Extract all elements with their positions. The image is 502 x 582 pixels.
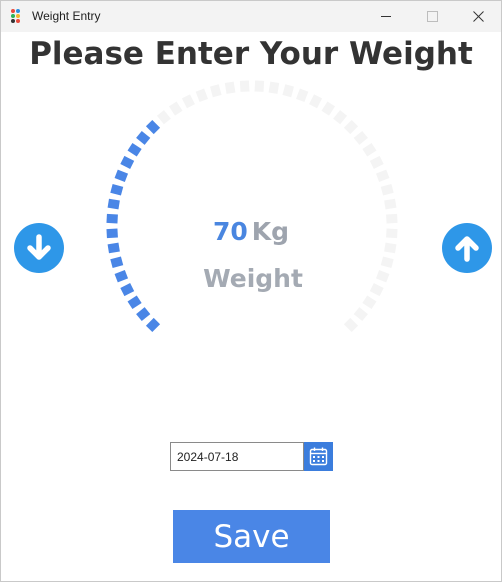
maximize-button[interactable] <box>409 1 455 32</box>
gauge-segment-empty <box>156 110 171 125</box>
minimize-icon <box>381 16 391 17</box>
gauge-segment-empty <box>369 283 384 297</box>
gauge-segment-empty <box>386 228 398 239</box>
weight-readout: 70 Kg <box>151 217 351 246</box>
gauge-segment-filled <box>145 317 161 333</box>
decrease-weight-button[interactable] <box>14 223 64 273</box>
save-button[interactable]: Save <box>173 510 330 563</box>
date-field[interactable] <box>170 442 304 471</box>
gauge-segment-empty <box>362 295 377 310</box>
gauge-segment-empty <box>209 84 222 98</box>
gauge-segment-filled <box>110 183 124 196</box>
gauge-segment-empty <box>239 80 250 92</box>
gauge-segment-empty <box>224 81 236 94</box>
close-button[interactable] <box>455 1 501 32</box>
gauge-segment-empty <box>181 94 195 109</box>
gauge-segment-empty <box>343 317 359 333</box>
gauge-segment-filled <box>106 228 118 239</box>
gauge-segment-filled <box>114 169 129 183</box>
calendar-button[interactable] <box>304 442 333 471</box>
gauge-segment-filled <box>107 242 120 254</box>
gauge-segment-empty <box>353 307 368 322</box>
gauge-segment-filled <box>110 256 124 269</box>
gauge-segment-filled <box>136 130 151 145</box>
weight-gauge[interactable] <box>1 32 501 581</box>
main-content: Please Enter Your Weight 70 Kg Weight 20… <box>1 32 501 581</box>
gauge-segment-filled <box>127 142 142 157</box>
gauge-segment-empty <box>375 269 390 283</box>
gauge-segment-empty <box>375 169 390 183</box>
gauge-segment-filled <box>114 269 129 283</box>
gauge-segment-empty <box>295 88 309 103</box>
gauge-segment-empty <box>369 155 384 169</box>
window-title: Weight Entry <box>32 9 101 23</box>
gauge-segment-empty <box>384 242 397 254</box>
gauge-segment-empty <box>195 88 209 103</box>
gauge-segment-filled <box>145 119 161 135</box>
close-icon <box>472 11 484 22</box>
weight-label: Weight <box>203 264 303 293</box>
gauge-segment-empty <box>384 198 397 210</box>
app-window: Weight Entry Please Enter Your Weight 70… <box>0 0 502 582</box>
gauge-segment-filled <box>120 283 135 297</box>
gauge-segment-filled <box>106 213 118 224</box>
weight-unit: Kg <box>251 217 290 246</box>
gauge-segment-filled <box>120 155 135 169</box>
arrow-up-circle-icon <box>455 236 479 262</box>
gauge-segment-empty <box>282 84 295 98</box>
gauge-segment-empty <box>333 110 348 125</box>
gauge-segment-empty <box>386 213 398 224</box>
arrow-down-circle-icon <box>27 234 51 260</box>
increase-weight-button[interactable] <box>442 223 492 273</box>
gauge-segment-empty <box>309 94 323 109</box>
app-icon <box>11 9 25 23</box>
gauge-segment-empty <box>268 81 280 94</box>
calendar-icon <box>309 447 328 466</box>
gauge-segment-empty <box>362 142 377 157</box>
title-bar[interactable]: Weight Entry <box>1 1 501 32</box>
gauge-segment-empty <box>254 80 265 92</box>
weight-value: 70 <box>212 217 248 246</box>
minimize-button[interactable] <box>363 1 409 32</box>
gauge-segment-empty <box>380 183 394 196</box>
gauge-segment-empty <box>321 101 336 116</box>
maximize-icon <box>426 11 438 22</box>
gauge-segment-empty <box>353 130 368 145</box>
gauge-segment-empty <box>343 119 359 135</box>
gauge-segment-empty <box>380 256 394 269</box>
gauge-segment-filled <box>107 198 120 210</box>
gauge-segment-empty <box>168 101 183 116</box>
gauge-segment-filled <box>136 307 151 322</box>
gauge-segment-filled <box>127 295 142 310</box>
